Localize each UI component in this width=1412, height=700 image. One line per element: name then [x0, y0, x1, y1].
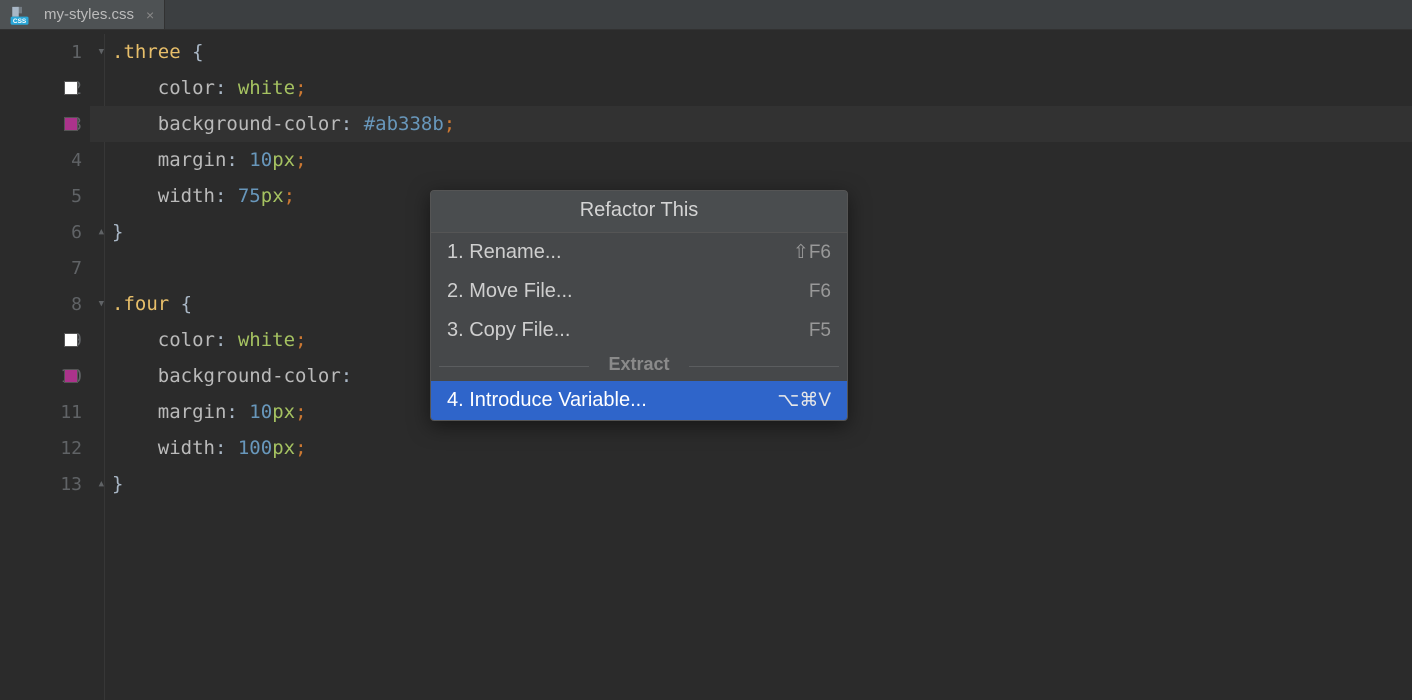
gutter-line: 10 — [0, 358, 90, 394]
close-icon[interactable]: × — [142, 7, 154, 23]
popup-section-extract: Extract — [431, 350, 847, 381]
popup-item-introduce-variable[interactable]: 4. Introduce Variable... ⌥⌘V — [431, 381, 847, 420]
line-number: 11 — [54, 402, 90, 423]
gutter-line: 7 — [0, 250, 90, 286]
popup-item-rename[interactable]: 1. Rename... ⇧F6 — [431, 233, 847, 272]
line-number: 12 — [54, 438, 90, 459]
gutter-line: 12 — [0, 430, 90, 466]
gutter-line: 9 — [0, 322, 90, 358]
tab-bar: CSS my-styles.css × — [0, 0, 1412, 30]
line-number: 5 — [54, 186, 90, 207]
tab-filename: my-styles.css — [44, 6, 134, 23]
tab-mystyles[interactable]: CSS my-styles.css × — [0, 0, 165, 29]
editor: 1▼23 4 5 6▲ 7 8▼910 11 12 13▲ .three { color: wh… — [0, 30, 1412, 700]
code-line[interactable]: .three { — [112, 34, 1412, 70]
gutter-line: 6▲ — [0, 214, 90, 250]
line-number: 6 — [54, 222, 90, 243]
line-number: 7 — [54, 258, 90, 279]
code-line[interactable]: width: 100px; — [112, 430, 1412, 466]
gutter-line: 8▼ — [0, 286, 90, 322]
popup-item-label: 4. Introduce Variable... — [447, 389, 647, 412]
css-file-icon: CSS — [8, 5, 36, 25]
gutter-line: 3 — [0, 106, 90, 142]
popup-item-label: 2. Move File... — [447, 280, 573, 303]
line-number: 4 — [54, 150, 90, 171]
color-swatch-icon[interactable] — [64, 117, 78, 131]
popup-title: Refactor This — [431, 191, 847, 233]
gutter-line: 13▲ — [0, 466, 90, 502]
code-line[interactable]: } — [112, 466, 1412, 502]
popup-item-label: 3. Copy File... — [447, 319, 570, 342]
line-number: 13 — [54, 474, 90, 495]
gutter: 1▼23 4 5 6▲ 7 8▼910 11 12 13▲ — [0, 30, 90, 700]
popup-item-shortcut: ⌥⌘V — [777, 389, 831, 412]
popup-item-label: 1. Rename... — [447, 241, 562, 264]
popup-item-shortcut: F6 — [809, 281, 831, 303]
popup-item-copy-file[interactable]: 3. Copy File... F5 — [431, 311, 847, 350]
refactor-popup: Refactor This 1. Rename... ⇧F6 2. Move Fil… — [430, 190, 848, 421]
line-number: 8 — [54, 294, 90, 315]
line-number: 1 — [54, 42, 90, 63]
gutter-line: 2 — [0, 70, 90, 106]
color-swatch-icon[interactable] — [64, 333, 78, 347]
code-line[interactable]: color: white; — [112, 70, 1412, 106]
svg-text:CSS: CSS — [13, 18, 27, 25]
popup-item-move-file[interactable]: 2. Move File... F6 — [431, 272, 847, 311]
gutter-line: 11 — [0, 394, 90, 430]
popup-item-shortcut: F5 — [809, 320, 831, 342]
code-line[interactable]: margin: 10px; — [112, 142, 1412, 178]
gutter-line: 4 — [0, 142, 90, 178]
color-swatch-icon[interactable] — [64, 81, 78, 95]
color-swatch-icon[interactable] — [64, 369, 78, 383]
gutter-line: 1▼ — [0, 34, 90, 70]
gutter-line: 5 — [0, 178, 90, 214]
popup-item-shortcut: ⇧F6 — [793, 241, 831, 264]
